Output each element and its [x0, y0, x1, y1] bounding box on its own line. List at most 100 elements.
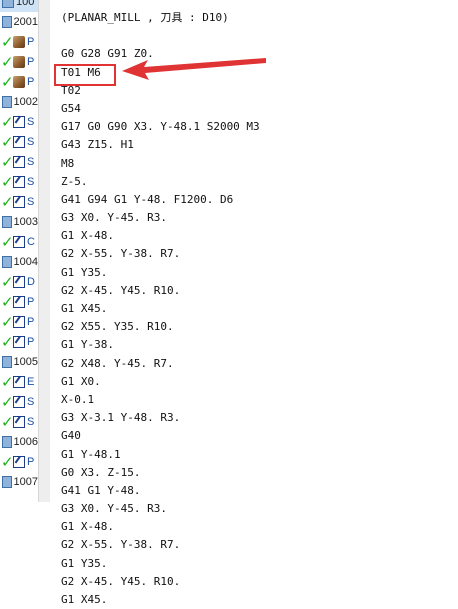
nc-code-lines: (PLANAR_MILL , 刀具 : D10) G0 G28 G91 Z0. T0…	[61, 9, 260, 609]
tree-row[interactable]: ✓ P	[0, 312, 38, 332]
checkmark-icon: ✓	[1, 392, 14, 411]
geometry-icon	[13, 36, 25, 48]
code-line: G3 X0. Y-45. R3.	[61, 502, 167, 516]
code-line: G3 X0. Y-45. R3.	[61, 211, 167, 225]
tree-row-label: S	[27, 136, 35, 148]
code-line: Z-5.	[61, 174, 88, 188]
tree-row[interactable]: 1006	[0, 432, 38, 452]
tree-row-label: P	[27, 336, 35, 348]
checkmark-icon: ✓	[1, 312, 14, 331]
tree-row-label: 1007	[13, 476, 38, 488]
code-line: G1 Y-38.	[61, 338, 114, 352]
tree-row-label: S	[27, 156, 35, 168]
tree-row[interactable]: ✓ P	[0, 52, 38, 72]
tree-row-label: E	[27, 376, 35, 388]
code-line: G41 G94 G1 Y-48. F1200. D6	[61, 192, 234, 206]
tree-row[interactable]: 1003	[0, 212, 38, 232]
checkmark-icon: ✓	[1, 152, 14, 171]
tree-row-label: S	[27, 176, 35, 188]
tree-row[interactable]: ✓ P	[0, 292, 38, 312]
tree-row-label: S	[27, 416, 35, 428]
operation-icon	[13, 276, 25, 288]
tree-row[interactable]: ✓ P	[0, 72, 38, 92]
operation-icon	[13, 156, 25, 168]
tree-row[interactable]: 100	[0, 0, 38, 12]
code-line: G17 G0 G90 X3. Y-48.1 S2000 M3	[61, 120, 260, 134]
tree-row[interactable]: ✓ S	[0, 112, 38, 132]
tree-row-label: P	[27, 456, 35, 468]
checkmark-icon: ✓	[1, 132, 14, 151]
program-group-icon	[1, 476, 12, 488]
tree-row-label: 1003	[13, 216, 38, 228]
tree-row-label: P	[27, 36, 35, 48]
code-line: G1 Y35.	[61, 265, 108, 279]
tree-row[interactable]: ✓ S	[0, 392, 38, 412]
checkmark-icon: ✓	[1, 452, 14, 471]
checkmark-icon: ✓	[1, 52, 14, 71]
tree-row-label: P	[27, 316, 35, 328]
checkmark-icon: ✓	[1, 192, 14, 211]
code-line: G1 X-48.	[61, 520, 114, 534]
tree-row[interactable]: 1007	[0, 472, 38, 492]
tree-row[interactable]: ✓ S	[0, 412, 38, 432]
code-line: G2 X48. Y-45. R7.	[61, 356, 174, 370]
code-line: G2 X-55. Y-38. R7.	[61, 538, 181, 552]
tree-row[interactable]: ✓ P	[0, 452, 38, 472]
tree-row[interactable]: 1002	[0, 92, 38, 112]
tree-row-label: P	[27, 56, 35, 68]
operation-icon	[13, 116, 25, 128]
tree-row[interactable]: ✓ S	[0, 132, 38, 152]
program-group-icon	[1, 436, 12, 448]
code-line: G0 X3. Z-15.	[61, 465, 141, 479]
code-line: G41 G1 Y-48.	[61, 483, 141, 497]
code-line: G2 X-55. Y-38. R7.	[61, 247, 181, 261]
tree-row-label: 100	[16, 0, 35, 8]
checkmark-icon: ✓	[1, 332, 14, 351]
checkmark-icon: ✓	[1, 412, 14, 431]
code-line: G1 Y-48.1	[61, 447, 121, 461]
tree-row-label: 2001	[13, 16, 38, 28]
tree-row[interactable]: 1005	[0, 352, 38, 372]
tree-row[interactable]: ✓ P	[0, 32, 38, 52]
code-line: G40	[61, 429, 81, 443]
code-line: G3 X-3.1 Y-48. R3.	[61, 411, 181, 425]
tree-row[interactable]: 2001	[0, 12, 38, 32]
operation-icon	[13, 136, 25, 148]
operation-icon	[13, 416, 25, 428]
tree-row[interactable]: 1004	[0, 252, 38, 272]
program-group-icon	[1, 16, 12, 28]
checkmark-icon: ✓	[1, 172, 14, 191]
program-group-icon	[2, 0, 14, 8]
checkmark-icon: ✓	[1, 112, 14, 131]
code-line: G2 X-45. Y45. R10.	[61, 574, 181, 588]
tree-row[interactable]: ✓ S	[0, 152, 38, 172]
tree-row[interactable]: ✓ P	[0, 332, 38, 352]
code-line: G1 Y35.	[61, 556, 108, 570]
tree-row-label: S	[27, 396, 35, 408]
tree-row-label: C	[27, 236, 35, 248]
tree-row[interactable]: ✓ E	[0, 372, 38, 392]
operation-icon	[13, 336, 25, 348]
operation-icon	[13, 376, 25, 388]
tree-row-label: P	[27, 76, 35, 88]
operation-icon	[13, 316, 25, 328]
code-line: G1 X0.	[61, 374, 101, 388]
program-group-icon	[1, 96, 12, 108]
tree-row-label: D	[27, 276, 35, 288]
code-line: G43 Z15. H1	[61, 138, 134, 152]
operation-icon	[13, 296, 25, 308]
tree-row[interactable]: ✓ S	[0, 192, 38, 212]
tree-row[interactable]: ✓ S	[0, 172, 38, 192]
tree-row[interactable]: ✓ C	[0, 232, 38, 252]
code-line: M8	[61, 156, 75, 170]
code-line: G1 X-48.	[61, 229, 114, 243]
tree-row[interactable]: ✓ D	[0, 272, 38, 292]
program-group-icon	[1, 356, 12, 368]
tree-row-label: P	[27, 296, 35, 308]
tree-row-label: 1002	[13, 96, 38, 108]
code-line: G1 X45.	[61, 302, 108, 315]
operation-icon	[13, 196, 25, 208]
checkmark-icon: ✓	[1, 32, 14, 51]
operation-icon	[13, 396, 25, 408]
